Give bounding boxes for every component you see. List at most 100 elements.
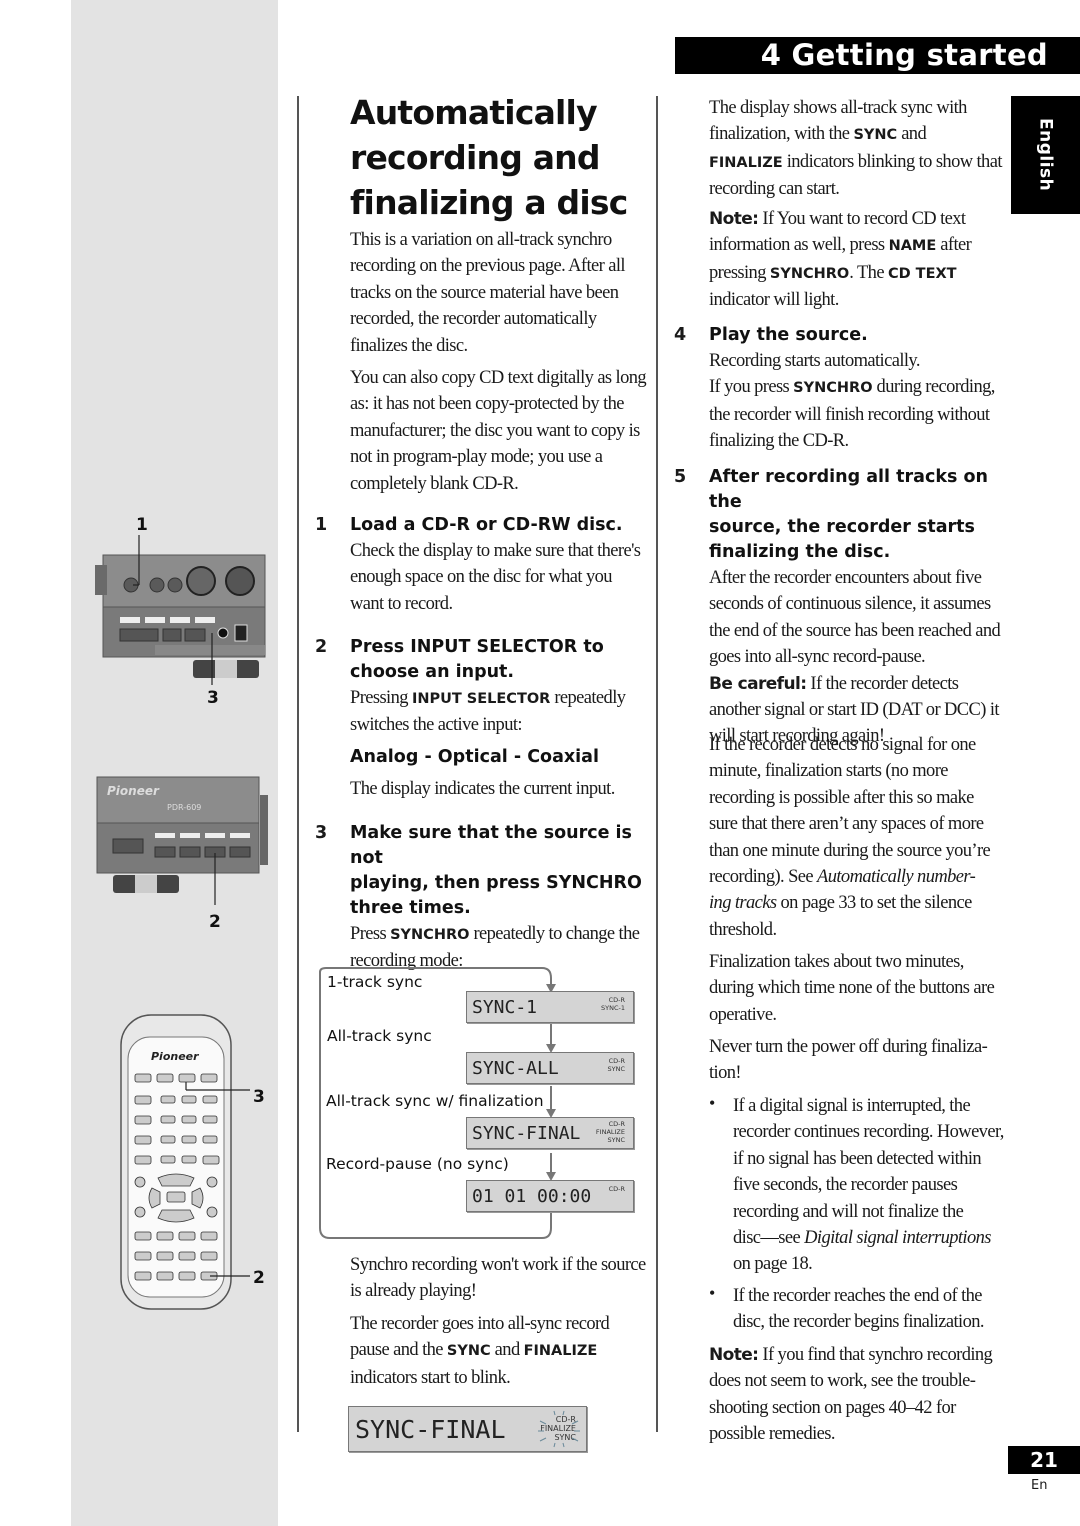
text-span: Press [350,924,391,944]
text-line: If the recorder detects no signal for on… [709,735,976,755]
panel-button [179,846,201,858]
language-tab-label: English [1035,118,1056,192]
cross-reference: Digital signal interruptions [804,1228,991,1249]
step-number: 2 [315,637,328,657]
text-line: If you press SYNCHRO during recording, [709,374,1004,401]
text-line: recording). See Automatically number- [709,864,1004,890]
text-line: during which time none of the buttons ar… [709,978,995,999]
text-line: manufacturer; the disc you want to copy … [350,420,640,441]
big-lcd-display: SYNC-FINAL CD-R FINALIZE SYNC [348,1406,587,1452]
text-line: does not seem to work, see the trouble- [709,1371,976,1392]
model-label: PDR-609 [167,803,201,812]
panel-foot-highlight [135,875,157,893]
brand-logo: Pioneer [107,784,160,798]
lcd-text: 01 01 00:00 [472,1186,592,1207]
panel-key [120,617,140,623]
play-pause-button [119,628,159,642]
step-2: Press INPUT SELECTOR to choose an input.… [350,635,650,802]
input-sequence: Analog - Optical - Coaxial [350,746,599,767]
text-line: as: it has not been copy-protected by th… [350,394,624,415]
text-line: Never turn the power off during finaliza… [709,1037,988,1057]
lcd-text: SYNC-FINAL [472,1123,581,1144]
lcd-indicators-blinking: CD-R FINALIZE SYNC [596,1120,625,1144]
text-span: information as well, press [709,235,889,256]
text-line: You can also copy CD text digitally as l… [350,368,647,388]
panel-edge [260,795,268,865]
stop-button [162,628,182,642]
text-line: threshold. [709,919,777,940]
text-line: Pressing INPUT SELECTOR repeatedly [350,685,650,712]
lcd-display: SYNC-ALL CD-R SYNC [466,1052,634,1084]
cross-reference: ing tracks [709,893,777,914]
panel-key [205,833,225,838]
indicator: CD-R [608,1185,625,1193]
intro-paragraph-2: You can also copy CD text digitally as l… [350,365,650,497]
text-line: switches the active input: [350,715,523,736]
text-line: The recorder goes into all-sync record [350,1314,610,1334]
indicator: SYNC [607,1136,626,1144]
text-line: shooting section on pages 40–42 for [709,1397,956,1418]
indicator-name: SYNC [853,127,898,144]
button-name: INPUT SELECTOR [411,691,551,707]
legato-label [155,645,265,655]
text-span: during recording, [872,377,996,398]
text-line: The display shows all-track sync with [709,98,967,118]
phones-jack [217,627,229,639]
button-name: SYNCHRO [769,265,850,282]
indicator: SYNC-1 [601,1004,625,1012]
step-heading: finalizing the disc. [709,542,891,562]
text-line: if no signal has been detected within [733,1148,982,1169]
text-line: seconds of continuous silence, it assume… [709,594,991,615]
text-line: another signal or start ID (DAT or DCC) … [709,700,1000,721]
text-line: operative. [709,1004,777,1025]
lcd-indicators: CD-R SYNC [608,1057,626,1073]
panel-key [230,833,250,838]
indicator-name: FINALIZE [709,154,783,171]
blink-rays-icon [538,1410,580,1448]
level-knob [234,624,248,642]
display-description: The display shows all-track sync with fi… [709,95,1004,203]
page-language: En [1031,1478,1048,1493]
text-line: Check the display to make sure that ther… [350,541,641,561]
text-span: If you find that synchro recording [758,1345,993,1365]
power-warning: Never turn the power off during finaliza… [709,1034,1004,1087]
panel-key [145,617,165,623]
step-heading: Make sure that the source is not [350,823,632,868]
text-line: Be careful: If the recorder detects [709,671,1004,697]
indicator-name: CD TEXT [887,265,957,282]
text-line: This is a variation on all-track synchro [350,230,612,250]
step-heading: Press INPUT SELECTOR to [350,637,604,657]
bullet-icon: • [709,1283,716,1303]
panel-key [180,833,200,838]
callout-number: 2 [209,912,221,932]
note-troubleshooting: Note: If you find that synchro recording… [709,1342,1004,1448]
step-heading: Load a CD-R or CD-RW disc. [350,515,623,535]
text-span: . The [849,262,888,283]
synchro-warning: Synchro recording won't work if the sour… [350,1252,650,1305]
text-span: If you press [709,377,794,398]
text-line: finalizing the CD-R. [709,431,849,452]
lcd-text: SYNC-ALL [472,1058,559,1079]
lcd-display: SYNC-FINAL CD-R FINALIZE SYNC [466,1117,634,1149]
text-line: recorder continues recording. However, [733,1122,1004,1143]
text-line: finalizes the disc. [350,335,468,356]
text-line: the recorder will finish recording witho… [709,404,990,425]
indicator: CD-R [608,996,625,1004]
power-button [112,838,144,854]
step-heading: choose an input. [350,662,515,682]
bullet-item: If a digital signal is interrupted, the … [733,1093,1008,1278]
text-span: pressing [709,262,770,283]
text-line: pause and the SYNC and FINALIZE [350,1337,650,1364]
digital-level-knob [186,566,216,596]
lcd-display: 01 01 00:00 CD-R [466,1180,634,1212]
text-line: on page 18. [733,1254,813,1275]
bullet-icon: • [709,1093,716,1113]
page-title: Automatically recording and finalizing a… [350,90,628,225]
text-line: disc—see Digital signal interruptions [733,1225,1008,1251]
text-line: If a digital signal is interrupted, the [733,1096,971,1116]
page-number: 21 [1008,1446,1080,1474]
flow-label: All-track sync w/ finalization [326,1092,544,1110]
callout-number: 2 [253,1268,265,1288]
text-line: disc, the recorder begins finalization. [733,1312,985,1333]
chapter-header: 4 Getting started [675,37,1080,74]
